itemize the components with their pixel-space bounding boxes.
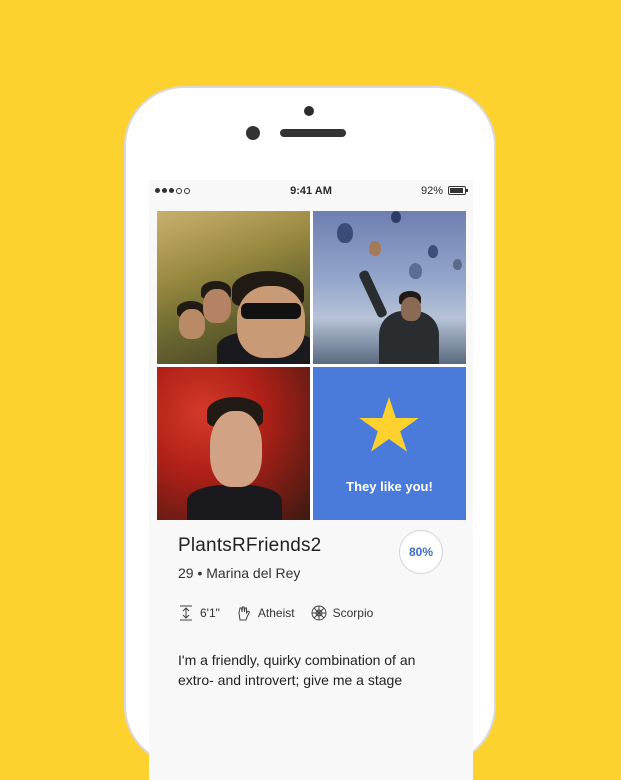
photo-grid: They like you! xyxy=(157,211,466,520)
they-like-you-card: They like you! xyxy=(313,367,466,520)
front-camera xyxy=(246,126,260,140)
group-selfie-photo[interactable] xyxy=(157,211,310,364)
zodiac-icon xyxy=(311,605,327,621)
detail-height-label: 6'1" xyxy=(200,606,220,620)
profile-bio: I'm a friendly, quirky combination of an… xyxy=(178,652,416,688)
detail-height: 6'1" xyxy=(178,605,220,621)
status-bar: 9:41 AM 92% xyxy=(149,180,473,204)
detail-zodiac-label: Scorpio xyxy=(332,606,374,620)
poppy-field-portrait-photo[interactable] xyxy=(157,367,310,520)
battery-icon xyxy=(448,186,468,195)
detail-zodiac: Scorpio xyxy=(311,605,374,621)
star-icon xyxy=(359,397,419,452)
balloons-photo[interactable] xyxy=(313,211,466,364)
detail-religion-label: Atheist xyxy=(257,606,295,620)
battery-percent: 92% xyxy=(420,185,443,197)
profile-details-row: 6'1" Atheist Scorpio xyxy=(178,602,468,624)
they-like-you-label: They like you! xyxy=(346,479,433,494)
earpiece-speaker xyxy=(280,129,346,137)
hand-icon xyxy=(236,605,252,621)
detail-religion: Atheist xyxy=(236,605,295,621)
proximity-sensor xyxy=(304,106,314,116)
profile-username: PlantsRFriends2 xyxy=(178,535,322,556)
profile-age-location: 29 • Marina del Rey xyxy=(178,565,301,581)
match-percent-badge[interactable]: 80% xyxy=(399,530,443,574)
app-screen: 9:41 AM 92% They like you! PlantsRFriend… xyxy=(149,180,473,780)
phone-frame: 9:41 AM 92% They like you! PlantsRFriend… xyxy=(124,86,496,780)
height-icon xyxy=(178,605,194,621)
